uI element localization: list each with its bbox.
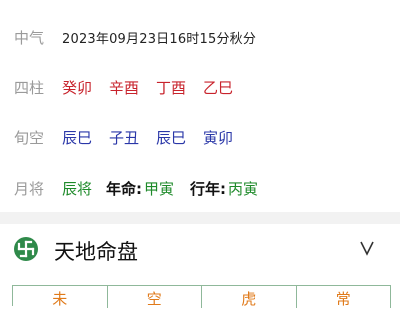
zhongqi-row: 中气 2023年09月23日16时15分秋分: [14, 27, 256, 48]
xunkong-year: 辰巳: [62, 129, 93, 147]
nianming-value: 甲寅: [144, 180, 175, 198]
sizhu-label: 四柱: [14, 79, 45, 97]
xunkong-day: 辰巳: [156, 129, 187, 147]
tiandi-panel-header[interactable]: 天地命盘: [0, 224, 400, 274]
sizhu-row: 四柱 癸卯 辛酉 丁酉 乙巳: [14, 77, 250, 98]
sizhu-hour: 乙巳: [203, 79, 234, 97]
xunkong-hour: 寅卯: [203, 129, 234, 147]
zhongqi-value: 2023年09月23日16时15分秋分: [62, 32, 257, 47]
xingnian-label: 行年:: [190, 180, 227, 198]
panel-title: 天地命盘: [54, 240, 138, 264]
sizhu-day: 丁酉: [156, 79, 187, 97]
xunkong-month: 子丑: [109, 129, 140, 147]
sizhu-month: 辛酉: [109, 79, 140, 97]
grid-cell: 未: [13, 286, 108, 308]
section-divider: [0, 212, 400, 224]
grid-cell: 空: [108, 286, 202, 308]
sizhu-year: 癸卯: [62, 79, 93, 97]
grid-cell: 常: [297, 286, 391, 308]
xunkong-label: 旬空: [14, 129, 45, 147]
yuejiang-row: 月将 辰将 年命: 甲寅 行年: 丙寅: [14, 178, 275, 199]
chevron-down-icon[interactable]: [357, 237, 377, 259]
zhongqi-label: 中气: [14, 29, 45, 47]
xunkong-row: 旬空 辰巳 子丑 辰巳 寅卯: [14, 127, 250, 148]
xingnian-value: 丙寅: [228, 180, 259, 198]
nianming-label: 年命:: [106, 180, 143, 198]
grid-cell: 虎: [202, 286, 297, 308]
yuejiang-value: 辰将: [62, 180, 93, 198]
tiandi-grid: 未 空 虎 常: [12, 285, 391, 308]
swastika-logo-icon: [14, 237, 38, 261]
yuejiang-label: 月将: [14, 180, 45, 198]
